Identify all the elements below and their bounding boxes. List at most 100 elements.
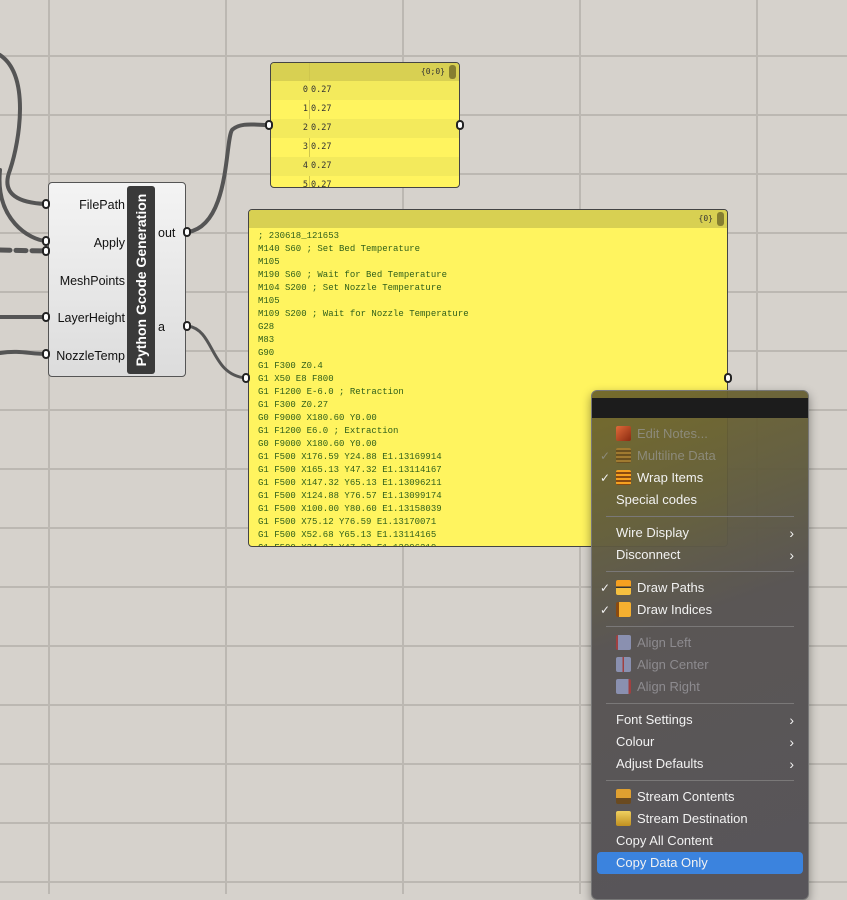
checkmark-icon: ✓ bbox=[600, 471, 611, 485]
item-index: 3 bbox=[302, 142, 308, 152]
input-apply[interactable]: Apply bbox=[94, 236, 125, 250]
wrap-icon bbox=[616, 470, 631, 485]
input-grip[interactable] bbox=[42, 236, 50, 246]
menu-separator bbox=[606, 626, 794, 627]
menu-separator bbox=[606, 516, 794, 517]
menu-item-font-settings[interactable]: Font Settings › bbox=[592, 709, 808, 731]
panel-layer-heights[interactable]: {0;0} 0 0.27 1 0.27 2 0.27 3 0.27 4 0.27 5 0.27 bbox=[270, 62, 460, 188]
list-item: 5 0.27 bbox=[271, 176, 459, 188]
checkmark-icon: ✓ bbox=[600, 603, 611, 617]
save-icon bbox=[616, 789, 631, 804]
chevron-right-icon: › bbox=[789, 712, 794, 728]
list-item: 1 0.27 bbox=[271, 100, 459, 119]
item-index: 0 bbox=[302, 85, 308, 95]
input-filepath[interactable]: FilePath bbox=[79, 198, 125, 212]
menu-item-label: Align Right bbox=[637, 679, 700, 694]
menu-name-field[interactable] bbox=[592, 398, 808, 418]
gcode-line: M105 bbox=[258, 296, 280, 306]
menu-item-label: Multiline Data bbox=[637, 448, 716, 463]
gcode-line: M105 bbox=[258, 257, 280, 267]
menu-item-wrap-items[interactable]: ✓ Wrap Items bbox=[592, 467, 808, 489]
input-nozzletemp[interactable]: NozzleTemp bbox=[56, 349, 125, 363]
menu-item-label: Align Left bbox=[637, 635, 692, 650]
panel-input-grip[interactable] bbox=[265, 120, 273, 130]
multiline-icon bbox=[616, 448, 631, 463]
menu-item-label: Draw Indices bbox=[637, 602, 713, 617]
menu-item-align-center[interactable]: Align Center bbox=[592, 654, 808, 676]
chevron-right-icon: › bbox=[789, 525, 794, 541]
input-grip[interactable] bbox=[42, 199, 50, 209]
gcode-line: G1 X50 E8 F800 bbox=[258, 374, 334, 384]
output-grip[interactable] bbox=[183, 227, 191, 237]
menu-item-disconnect[interactable]: Disconnect › bbox=[592, 544, 808, 566]
gcode-line: M140 S60 ; Set Bed Temperature bbox=[258, 244, 421, 254]
align-center-icon bbox=[616, 657, 631, 672]
input-grip[interactable] bbox=[42, 349, 50, 359]
item-value: 0.27 bbox=[311, 161, 332, 171]
gcode-line: M109 S200 ; Wait for Nozzle Temperature bbox=[258, 309, 469, 319]
input-meshpoints[interactable]: MeshPoints bbox=[60, 274, 125, 288]
item-index: 2 bbox=[302, 123, 308, 133]
menu-item-label: Wrap Items bbox=[637, 470, 704, 485]
gcode-line: M83 bbox=[258, 335, 275, 345]
draw-indices-icon bbox=[616, 602, 631, 617]
list-item: 4 0.27 bbox=[271, 157, 459, 176]
menu-separator bbox=[606, 780, 794, 781]
checkmark-icon: ✓ bbox=[600, 449, 611, 463]
chevron-right-icon: › bbox=[789, 734, 794, 750]
menu-item-wire-display[interactable]: Wire Display › bbox=[592, 522, 808, 544]
menu-item-draw-indices[interactable]: ✓ Draw Indices bbox=[592, 599, 808, 621]
menu-item-copy-all-content[interactable]: Copy All Content bbox=[592, 830, 808, 852]
panel-input-grip[interactable] bbox=[242, 373, 250, 383]
menu-item-align-left[interactable]: Align Left bbox=[592, 632, 808, 654]
folder-icon bbox=[616, 811, 631, 826]
gcode-line: M190 S60 ; Wait for Bed Temperature bbox=[258, 270, 448, 280]
context-menu: Edit Notes... ✓ Multiline Data ✓ Wrap Items S… bbox=[591, 390, 809, 900]
menu-item-copy-data-only[interactable]: Copy Data Only bbox=[597, 852, 803, 874]
menu-item-label: Disconnect bbox=[616, 547, 681, 562]
align-left-icon bbox=[616, 635, 631, 650]
wire-filepath bbox=[0, 53, 48, 206]
input-layerheight[interactable]: LayerHeight bbox=[58, 311, 125, 325]
menu-item-colour[interactable]: Colour › bbox=[592, 731, 808, 753]
menu-item-label: Edit Notes... bbox=[637, 426, 708, 441]
menu-item-multiline-data[interactable]: ✓ Multiline Data bbox=[592, 445, 808, 467]
panel-output-grip[interactable] bbox=[456, 120, 464, 130]
input-grip[interactable] bbox=[42, 246, 50, 256]
panel-header: {0} bbox=[249, 210, 727, 228]
item-value: 0.27 bbox=[311, 123, 332, 133]
output-grip[interactable] bbox=[183, 321, 191, 331]
item-index: 4 bbox=[302, 161, 308, 171]
menu-item-label: Copy All Content bbox=[616, 833, 713, 848]
align-right-icon bbox=[616, 679, 631, 694]
input-grip[interactable] bbox=[42, 312, 50, 322]
menu-item-edit-notes[interactable]: Edit Notes... bbox=[592, 423, 808, 445]
menu-item-draw-paths[interactable]: ✓ Draw Paths bbox=[592, 577, 808, 599]
menu-separator bbox=[606, 703, 794, 704]
menu-item-adjust-defaults[interactable]: Adjust Defaults › bbox=[592, 753, 808, 775]
item-value: 0.27 bbox=[311, 85, 332, 95]
item-index: 1 bbox=[302, 104, 308, 114]
menu-item-special-codes[interactable]: Special codes bbox=[592, 489, 808, 511]
wire-nozzletemp bbox=[0, 349, 48, 356]
panel-output-grip[interactable] bbox=[724, 373, 732, 383]
item-value: 0.27 bbox=[311, 104, 332, 114]
menu-item-label: Colour bbox=[616, 734, 655, 749]
scrollbar[interactable] bbox=[717, 212, 724, 226]
python-gcode-component[interactable]: FilePath Apply MeshPoints LayerHeight No… bbox=[48, 182, 186, 377]
menu-item-label: Font Settings bbox=[616, 712, 693, 727]
menu-item-align-right[interactable]: Align Right bbox=[592, 676, 808, 698]
output-a[interactable]: a bbox=[158, 320, 165, 334]
gcode-line: M104 S200 ; Set Nozzle Temperature bbox=[258, 283, 442, 293]
item-value: 0.27 bbox=[311, 142, 332, 152]
output-out[interactable]: out bbox=[158, 226, 175, 240]
gcode-line: G28 bbox=[258, 322, 275, 332]
menu-item-stream-destination[interactable]: Stream Destination bbox=[592, 808, 808, 830]
menu-item-stream-contents[interactable]: Stream Contents bbox=[592, 786, 808, 808]
list-item: 0 0.27 bbox=[271, 81, 459, 100]
panel-header: {0;0} bbox=[271, 63, 459, 81]
menu-separator bbox=[606, 571, 794, 572]
gcode-line: ; 230618_121653 bbox=[258, 231, 340, 241]
item-index: 5 bbox=[302, 180, 308, 188]
scrollbar[interactable] bbox=[449, 65, 456, 79]
